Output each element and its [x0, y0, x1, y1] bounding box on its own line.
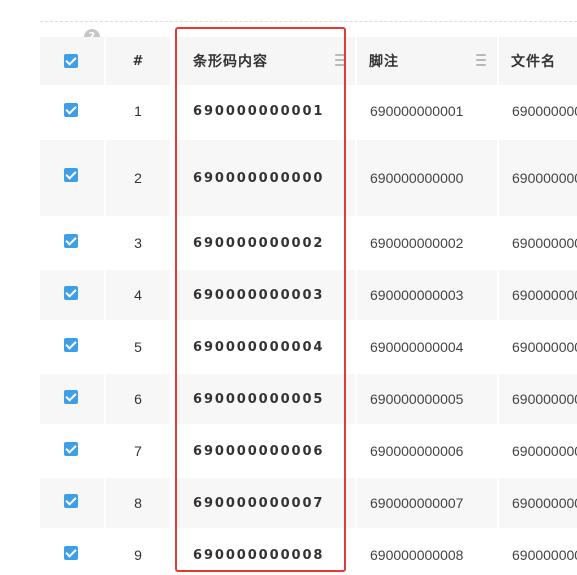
- row-number: 4: [106, 270, 170, 320]
- file-cell[interactable]: 690000000006: [499, 426, 577, 476]
- number-column-label: #: [132, 53, 144, 69]
- header-file[interactable]: 文件名: [499, 37, 577, 85]
- row-number: 6: [106, 374, 170, 424]
- column-menu-icon[interactable]: [476, 54, 486, 68]
- row-checkbox[interactable]: [64, 234, 78, 248]
- select-all-checkbox[interactable]: [64, 54, 78, 68]
- file-column-label: 文件名: [511, 54, 556, 70]
- note-cell[interactable]: 690000000006: [357, 426, 497, 476]
- table-row[interactable]: 2 690000000000 690000000000 690000000000: [40, 140, 577, 216]
- table-header: # 条形码内容 脚注 文件名: [40, 37, 577, 85]
- table-row[interactable]: 3 690000000002 690000000002 690000000002: [40, 218, 577, 268]
- row-checkbox[interactable]: [64, 103, 78, 117]
- row-checkbox[interactable]: [64, 286, 78, 300]
- row-select-cell: [40, 374, 104, 424]
- row-checkbox[interactable]: [64, 168, 78, 182]
- note-cell[interactable]: 690000000007: [357, 478, 497, 528]
- header-number: #: [106, 37, 170, 85]
- barcode-cell[interactable]: 690000000002: [177, 218, 355, 268]
- file-cell[interactable]: 690000000001: [499, 85, 577, 137]
- barcode-cell[interactable]: 690000000007: [177, 478, 355, 528]
- column-menu-icon[interactable]: [335, 54, 345, 68]
- file-cell[interactable]: 690000000005: [499, 374, 577, 424]
- barcode-cell[interactable]: 690000000006: [177, 426, 355, 476]
- note-cell[interactable]: 690000000008: [357, 530, 497, 575]
- table-row[interactable]: 1 690000000001 690000000001 690000000001: [40, 85, 577, 137]
- row-checkbox[interactable]: [64, 338, 78, 352]
- table-row[interactable]: 9 690000000008 690000000008 690000000008: [40, 530, 577, 575]
- row-select-cell: [40, 85, 104, 137]
- header-select-all-cell: [40, 37, 104, 85]
- row-checkbox[interactable]: [64, 546, 78, 560]
- file-cell[interactable]: 690000000007: [499, 478, 577, 528]
- row-number: 5: [134, 339, 142, 355]
- note-column-label: 脚注: [369, 54, 399, 70]
- barcode-cell[interactable]: 690000000005: [177, 374, 355, 424]
- note-cell[interactable]: 690000000003: [357, 270, 497, 320]
- barcode-cell[interactable]: 690000000000: [177, 140, 355, 216]
- row-select-cell: [40, 322, 104, 372]
- barcode-cell[interactable]: 690000000003: [177, 270, 355, 320]
- row-select-cell: [40, 426, 104, 476]
- row-select-cell: [40, 478, 104, 528]
- note-cell[interactable]: 690000000005: [357, 374, 497, 424]
- barcode-cell[interactable]: 690000000004: [177, 322, 355, 372]
- barcode-column-label: 条形码内容: [193, 54, 268, 70]
- table-row[interactable]: 7 690000000006 690000000006 690000000006: [40, 426, 577, 476]
- top-divider: [40, 21, 577, 22]
- note-cell[interactable]: 690000000002: [357, 218, 497, 268]
- row-checkbox[interactable]: [64, 390, 78, 404]
- row-number: 1: [134, 103, 142, 119]
- file-cell[interactable]: 690000000004: [499, 322, 577, 372]
- row-checkbox[interactable]: [64, 442, 78, 456]
- barcode-table: # 条形码内容 脚注 文件名 1 690000000001 6900000000…: [40, 37, 577, 575]
- row-select-cell: [40, 270, 104, 320]
- barcode-cell[interactable]: 690000000008: [177, 530, 355, 575]
- row-select-cell: [40, 218, 104, 268]
- header-barcode[interactable]: 条形码内容: [177, 37, 355, 85]
- header-note[interactable]: 脚注: [357, 37, 497, 85]
- row-checkbox[interactable]: [64, 494, 78, 508]
- row-select-cell: [40, 140, 104, 216]
- row-number: 9: [134, 547, 142, 563]
- file-cell[interactable]: 690000000003: [499, 270, 577, 320]
- note-cell[interactable]: 690000000004: [357, 322, 497, 372]
- table-row[interactable]: 8 690000000007 690000000007 690000000007: [40, 478, 577, 528]
- file-cell[interactable]: 690000000008: [499, 530, 577, 575]
- row-number: 7: [134, 443, 142, 459]
- note-cell[interactable]: 690000000000: [357, 140, 497, 216]
- file-cell[interactable]: 690000000000: [499, 140, 577, 216]
- table-row[interactable]: 6 690000000005 690000000005 690000000005: [40, 374, 577, 424]
- row-number: 3: [134, 235, 142, 251]
- row-number: 8: [106, 478, 170, 528]
- row-number: 2: [106, 140, 170, 216]
- file-cell[interactable]: 690000000002: [499, 218, 577, 268]
- table-row[interactable]: 5 690000000004 690000000004 690000000004: [40, 322, 577, 372]
- table-row[interactable]: 4 690000000003 690000000003 690000000003: [40, 270, 577, 320]
- row-select-cell: [40, 530, 104, 575]
- note-cell[interactable]: 690000000001: [357, 85, 497, 137]
- barcode-cell[interactable]: 690000000001: [177, 85, 355, 137]
